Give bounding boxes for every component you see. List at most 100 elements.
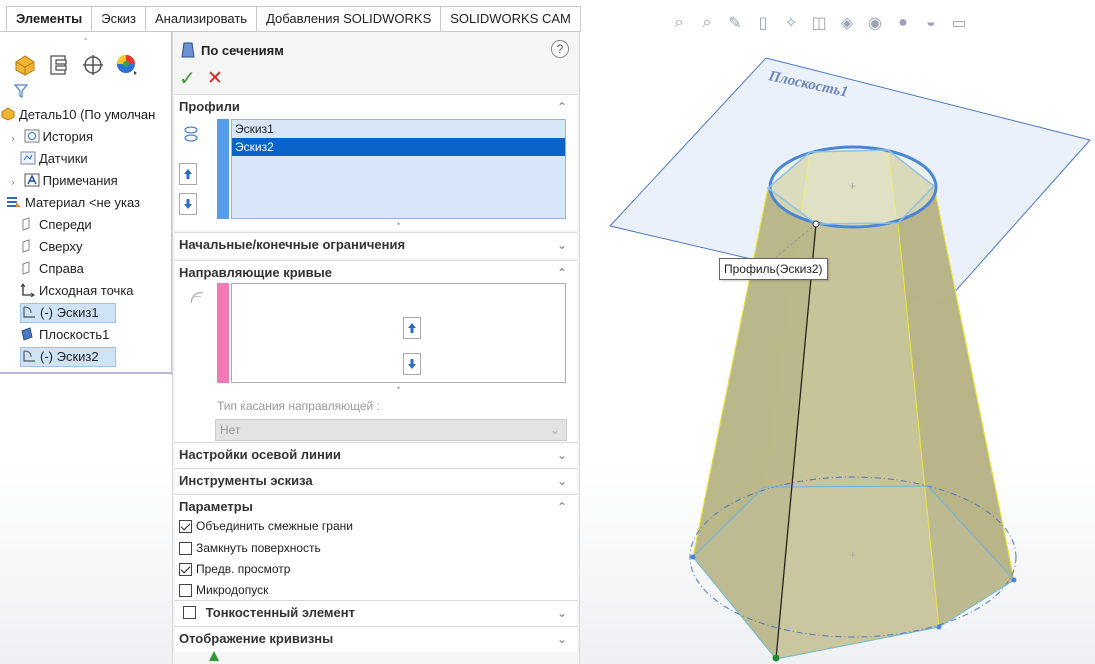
tree-item-label: История — [42, 129, 94, 144]
expand-chevron-icon[interactable]: ⌄ — [557, 627, 567, 651]
close-loft-option[interactable]: Замкнуть поверхность — [179, 539, 321, 557]
tree-item-plane1[interactable]: Плоскость1 — [0, 324, 171, 346]
expand-chevron-icon[interactable]: ⌄ — [557, 443, 567, 467]
vertex-point[interactable] — [1011, 577, 1017, 583]
pm-bottom-marker-icon — [209, 651, 219, 661]
arrow-down-icon — [408, 359, 416, 369]
thin-feature-header[interactable]: Тонкостенный элемент ⌄ — [175, 601, 577, 625]
rollback-bar[interactable] — [0, 372, 172, 374]
combo-chevron-icon: ⌄ — [549, 423, 560, 437]
tree-item-origin[interactable]: Исходная точка — [0, 280, 171, 302]
help-button[interactable]: ? — [551, 40, 569, 58]
guide-move-down-button[interactable] — [403, 353, 421, 375]
tree-item-annotations[interactable]: › Примечания — [0, 170, 171, 192]
curvature-section: Отображение кривизны ⌄ — [175, 626, 577, 652]
move-up-button[interactable] — [179, 163, 197, 185]
micro-tolerance-checkbox[interactable] — [179, 583, 192, 597]
guide-move-up-button[interactable] — [403, 317, 421, 339]
tree-item-sketch1[interactable]: (-) Эскиз1 — [20, 303, 116, 323]
tab-addins[interactable]: Добавления SOLIDWORKS — [256, 6, 442, 32]
collapse-chevron-icon[interactable]: ⌃ — [557, 495, 567, 519]
micro-tolerance-option[interactable]: Микродопуск — [179, 581, 268, 599]
tree-item-material[interactable]: Материал <не указ — [0, 192, 171, 214]
profile-item-selected[interactable]: Эскиз2 — [232, 138, 565, 156]
expand-arrow-icon[interactable]: › — [6, 171, 20, 193]
vertex-point[interactable] — [936, 624, 942, 630]
config-tab-button[interactable] — [78, 50, 108, 80]
filter-button[interactable] — [0, 84, 171, 104]
collapse-chevron-icon[interactable]: ⌃ — [557, 261, 567, 285]
guides-listbox[interactable] — [231, 283, 566, 383]
filter-icon — [13, 84, 29, 98]
cancel-button[interactable]: ✕ — [207, 67, 223, 90]
tree-root-part[interactable]: Деталь10 (По умолчан — [0, 104, 171, 126]
profiles-header[interactable]: Профили ⌃ — [175, 95, 577, 119]
expand-chevron-icon[interactable]: ⌄ — [557, 601, 567, 625]
arrow-up-icon — [408, 323, 416, 333]
ok-button[interactable]: ✓ — [179, 66, 196, 91]
command-manager-tabs: Элементы Эскиз Анализировать Добавления … — [0, 0, 581, 32]
profiles-section: Профили ⌃ Эскиз1 Эскиз2 • — [175, 94, 577, 230]
appearance-icon — [117, 55, 137, 75]
tangency-select[interactable]: Нет ⌄ — [215, 419, 567, 441]
profile-item[interactable]: Эскиз1 — [232, 120, 565, 138]
plane-icon — [20, 216, 36, 231]
options-header[interactable]: Параметры ⌃ — [175, 495, 577, 519]
centerline-header[interactable]: Настройки осевой линии ⌄ — [175, 443, 577, 467]
merge-faces-option[interactable]: Объединить смежные грани — [179, 517, 353, 535]
appearance-tab-button[interactable] — [112, 50, 142, 80]
tree-item-label: Плоскость1 — [39, 327, 110, 342]
configuration-icon — [83, 55, 103, 75]
sketch1-center-mark: + — [849, 548, 856, 562]
vertex-point[interactable] — [690, 554, 696, 560]
guides-header[interactable]: Направляющие кривые ⌃ — [175, 261, 577, 285]
tree-root-label: Деталь10 (По умолчан — [19, 107, 156, 122]
tab-features[interactable]: Элементы — [6, 6, 93, 32]
sketch2-center-mark: + — [849, 179, 856, 193]
tree-item-front-plane[interactable]: Спереди — [0, 214, 171, 236]
close-loft-checkbox[interactable] — [179, 541, 192, 555]
start-end-header[interactable]: Начальные/конечные ограничения ⌄ — [175, 233, 577, 257]
profiles-listbox[interactable]: Эскиз1 Эскиз2 — [231, 119, 566, 219]
tree-item-right-plane[interactable]: Справа — [0, 258, 171, 280]
sketch-tools-header[interactable]: Инструменты эскиза ⌄ — [175, 469, 577, 493]
tree-item-sensors[interactable]: Датчики — [0, 148, 171, 170]
merge-faces-checkbox[interactable] — [179, 519, 192, 533]
preview-option[interactable]: Предв. просмотр — [179, 560, 290, 578]
connector-handle-bottom[interactable] — [772, 654, 780, 662]
expand-arrow-icon[interactable]: › — [6, 127, 20, 149]
material-icon — [6, 194, 22, 208]
thin-feature-checkbox[interactable] — [183, 606, 196, 619]
tab-sketch[interactable]: Эскиз — [91, 6, 147, 32]
guide-curve-icon — [189, 289, 205, 308]
curvature-header[interactable]: Отображение кривизны ⌄ — [175, 627, 577, 651]
plane-filled-icon — [20, 326, 36, 341]
graphics-area[interactable]: Плоскость1 + + — [581, 0, 1095, 664]
tree-item-label: Справа — [39, 261, 84, 276]
property-tab-button[interactable] — [44, 50, 74, 80]
arrow-up-icon — [184, 169, 192, 179]
collapse-chevron-icon[interactable]: ⌃ — [557, 95, 567, 119]
feature-tree-tab-button[interactable] — [10, 50, 40, 80]
tree-item-sketch2[interactable]: (-) Эскиз2 — [20, 347, 116, 367]
guides-resize-handle[interactable]: • — [397, 383, 400, 393]
move-down-button[interactable] — [179, 193, 197, 215]
expand-chevron-icon[interactable]: ⌄ — [557, 469, 567, 493]
curvature-header-label: Отображение кривизны — [179, 631, 334, 646]
merge-faces-label: Объединить смежные грани — [196, 519, 353, 533]
resize-handle[interactable]: • — [397, 219, 400, 229]
plane-icon — [20, 260, 36, 275]
preview-checkbox[interactable] — [179, 562, 192, 576]
feature-tree-icon — [15, 55, 35, 76]
tab-evaluate[interactable]: Анализировать — [145, 6, 258, 32]
expand-chevron-icon[interactable]: ⌄ — [557, 233, 567, 257]
panel-grip[interactable]: • — [0, 32, 171, 46]
tree-item-history[interactable]: › История — [0, 126, 171, 148]
sensors-icon — [20, 150, 36, 165]
feature-manager-toolbar — [0, 46, 171, 84]
tab-cam[interactable]: SOLIDWORKS CAM — [440, 6, 581, 32]
connector-handle-top[interactable] — [812, 220, 820, 228]
options-section: Параметры ⌃ Объединить смежные грани Зам… — [175, 494, 577, 600]
tree-item-top-plane[interactable]: Сверху — [0, 236, 171, 258]
tree-item-label: (-) Эскиз2 — [40, 349, 99, 364]
